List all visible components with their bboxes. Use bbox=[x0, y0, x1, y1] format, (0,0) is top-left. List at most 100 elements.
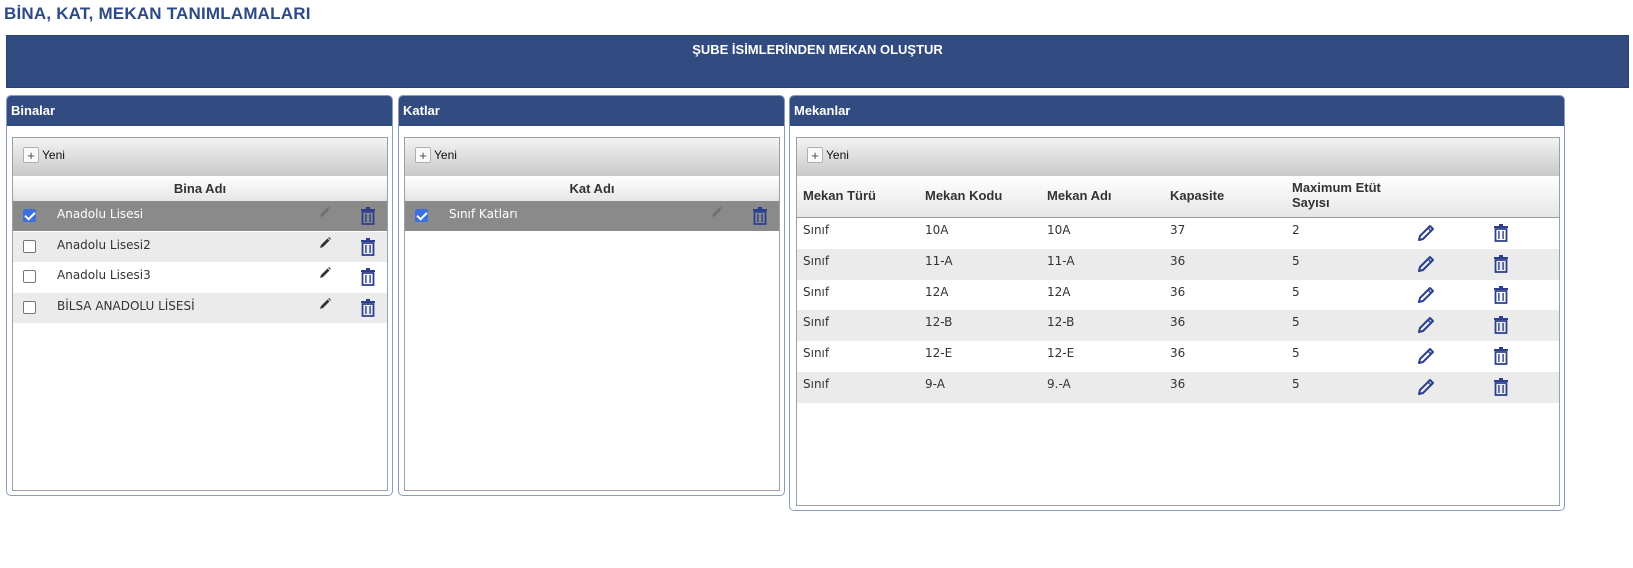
capacity-cell: 36 bbox=[1170, 253, 1186, 268]
building-name-column-header[interactable]: Bina Adı bbox=[13, 176, 387, 202]
edit-icon[interactable] bbox=[1416, 223, 1436, 246]
column-header-max-study-count[interactable]: Maximum Etüt Sayısı bbox=[1292, 180, 1392, 210]
capacity-cell: 37 bbox=[1170, 223, 1186, 237]
new-space-label: Yeni bbox=[826, 148, 849, 162]
trash-icon[interactable] bbox=[1493, 254, 1509, 276]
buildings-grid: + Yeni Bina Adı Anadolu Lisesi Anadolu Li… bbox=[12, 137, 388, 491]
edit-icon[interactable] bbox=[318, 266, 332, 283]
trash-icon[interactable] bbox=[1493, 224, 1509, 245]
edit-icon[interactable] bbox=[1416, 254, 1436, 277]
space-row[interactable]: Sınıf 12-B 12-B 36 5 bbox=[797, 310, 1559, 342]
edit-icon[interactable] bbox=[710, 205, 724, 222]
building-row[interactable]: Anadolu Lisesi2 bbox=[13, 231, 387, 262]
space-code-cell: 12-B bbox=[925, 315, 953, 330]
edit-icon[interactable] bbox=[318, 205, 332, 222]
trash-icon[interactable] bbox=[360, 298, 376, 320]
space-row[interactable]: Sınıf 11-A 11-A 36 5 bbox=[797, 248, 1559, 280]
capacity-cell: 36 bbox=[1170, 315, 1186, 330]
column-header-space-name[interactable]: Mekan Adı bbox=[1047, 188, 1112, 203]
floors-panel-title: Katlar bbox=[399, 96, 784, 126]
floors-grid: + Yeni Kat Adı Sınıf Katları bbox=[404, 137, 780, 491]
column-header-space-type[interactable]: Mekan Türü bbox=[803, 188, 876, 203]
trash-icon[interactable] bbox=[752, 207, 768, 228]
capacity-cell: 36 bbox=[1170, 284, 1186, 299]
space-code-cell: 11-A bbox=[925, 253, 953, 268]
space-code-cell: 9-A bbox=[925, 377, 945, 391]
edit-icon[interactable] bbox=[1416, 315, 1436, 338]
floors-toolbar: + Yeni bbox=[405, 138, 779, 177]
building-row[interactable]: Anadolu Lisesi3 bbox=[13, 262, 387, 292]
max-study-count-cell: 5 bbox=[1292, 253, 1300, 268]
floor-name-column-header[interactable]: Kat Adı bbox=[405, 176, 779, 202]
new-space-button[interactable]: + Yeni bbox=[807, 146, 849, 164]
space-row[interactable]: Sınıf 10A 10A 37 2 bbox=[797, 218, 1559, 249]
trash-icon[interactable] bbox=[1493, 347, 1509, 368]
floor-row-checkbox[interactable] bbox=[415, 209, 428, 222]
create-from-branches-banner: ŞUBE İSİMLERİNDEN MEKAN OLUŞTUR bbox=[6, 35, 1629, 88]
edit-icon[interactable] bbox=[1416, 346, 1436, 369]
column-header-space-code[interactable]: Mekan Kodu bbox=[925, 188, 1002, 203]
space-row[interactable]: Sınıf 12-E 12-E 36 5 bbox=[797, 341, 1559, 372]
trash-icon[interactable] bbox=[1493, 316, 1509, 337]
new-building-button[interactable]: + Yeni bbox=[23, 146, 65, 164]
capacity-cell: 36 bbox=[1170, 346, 1186, 361]
max-study-count-cell: 5 bbox=[1292, 346, 1300, 361]
space-name-cell: 9.-A bbox=[1047, 377, 1071, 391]
buildings-toolbar: + Yeni bbox=[13, 138, 387, 177]
space-row[interactable]: Sınıf 9-A 9.-A 36 5 bbox=[797, 372, 1559, 403]
buildings-panel-title: Binalar bbox=[7, 96, 392, 126]
capacity-cell: 36 bbox=[1170, 377, 1186, 391]
plus-icon: + bbox=[23, 147, 39, 163]
edit-icon[interactable] bbox=[318, 297, 332, 314]
floor-row-name: Sınıf Katları bbox=[449, 207, 518, 221]
building-row[interactable]: Anadolu Lisesi bbox=[13, 201, 387, 231]
trash-icon[interactable] bbox=[360, 207, 376, 228]
new-building-label: Yeni bbox=[42, 148, 65, 162]
building-row-name: Anadolu Lisesi3 bbox=[57, 268, 151, 282]
new-floor-button[interactable]: + Yeni bbox=[415, 146, 457, 164]
space-type-cell: Sınıf bbox=[803, 315, 830, 330]
space-type-cell: Sınıf bbox=[803, 223, 830, 237]
spaces-grid: + Yeni Mekan Türü Mekan Kodu Mekan Adı K… bbox=[796, 137, 1560, 506]
trash-icon[interactable] bbox=[1493, 285, 1509, 307]
max-study-count-cell: 2 bbox=[1292, 223, 1300, 237]
space-type-cell: Sınıf bbox=[803, 377, 830, 391]
spaces-panel-title: Mekanlar bbox=[790, 96, 1564, 126]
space-code-cell: 10A bbox=[925, 223, 949, 237]
space-name-cell: 12-E bbox=[1047, 346, 1075, 361]
space-code-cell: 12A bbox=[925, 284, 949, 299]
space-name-cell: 12A bbox=[1047, 284, 1071, 299]
building-row-name: Anadolu Lisesi bbox=[57, 207, 144, 221]
space-code-cell: 12-E bbox=[925, 346, 953, 361]
column-header-capacity[interactable]: Kapasite bbox=[1170, 188, 1224, 203]
space-type-cell: Sınıf bbox=[803, 253, 830, 268]
space-type-cell: Sınıf bbox=[803, 284, 830, 299]
edit-icon[interactable] bbox=[318, 236, 332, 253]
building-row-checkbox[interactable] bbox=[23, 239, 36, 253]
create-from-branches-button[interactable]: ŞUBE İSİMLERİNDEN MEKAN OLUŞTUR bbox=[7, 42, 1628, 57]
trash-icon[interactable] bbox=[360, 237, 376, 259]
building-row-checkbox[interactable] bbox=[23, 300, 36, 314]
plus-icon: + bbox=[807, 147, 823, 163]
page-title: BİNA, KAT, MEKAN TANIMLAMALARI bbox=[4, 4, 311, 23]
building-row-checkbox[interactable] bbox=[23, 209, 36, 222]
trash-icon[interactable] bbox=[1493, 378, 1509, 399]
space-type-cell: Sınıf bbox=[803, 346, 830, 361]
floor-row[interactable]: Sınıf Katları bbox=[405, 201, 779, 231]
space-name-cell: 12-B bbox=[1047, 315, 1075, 330]
space-name-cell: 11-A bbox=[1047, 253, 1075, 268]
plus-icon: + bbox=[415, 147, 431, 163]
max-study-count-cell: 5 bbox=[1292, 315, 1300, 330]
edit-icon[interactable] bbox=[1416, 377, 1436, 400]
building-row[interactable]: BİLSA ANADOLU LİSESİ bbox=[13, 292, 387, 323]
building-row-name: Anadolu Lisesi2 bbox=[57, 237, 151, 252]
space-row[interactable]: Sınıf 12A 12A 36 5 bbox=[797, 280, 1559, 311]
max-study-count-cell: 5 bbox=[1292, 377, 1300, 391]
buildings-panel: Binalar + Yeni Bina Adı Anadolu Lisesi An… bbox=[6, 95, 393, 496]
spaces-panel: Mekanlar + Yeni Mekan Türü Mekan Kodu Me… bbox=[789, 95, 1565, 511]
trash-icon[interactable] bbox=[360, 268, 376, 289]
spaces-table-header: Mekan Türü Mekan Kodu Mekan Adı Kapasite… bbox=[797, 176, 1559, 218]
edit-icon[interactable] bbox=[1416, 285, 1436, 308]
building-row-checkbox[interactable] bbox=[23, 270, 36, 283]
new-floor-label: Yeni bbox=[434, 148, 457, 162]
